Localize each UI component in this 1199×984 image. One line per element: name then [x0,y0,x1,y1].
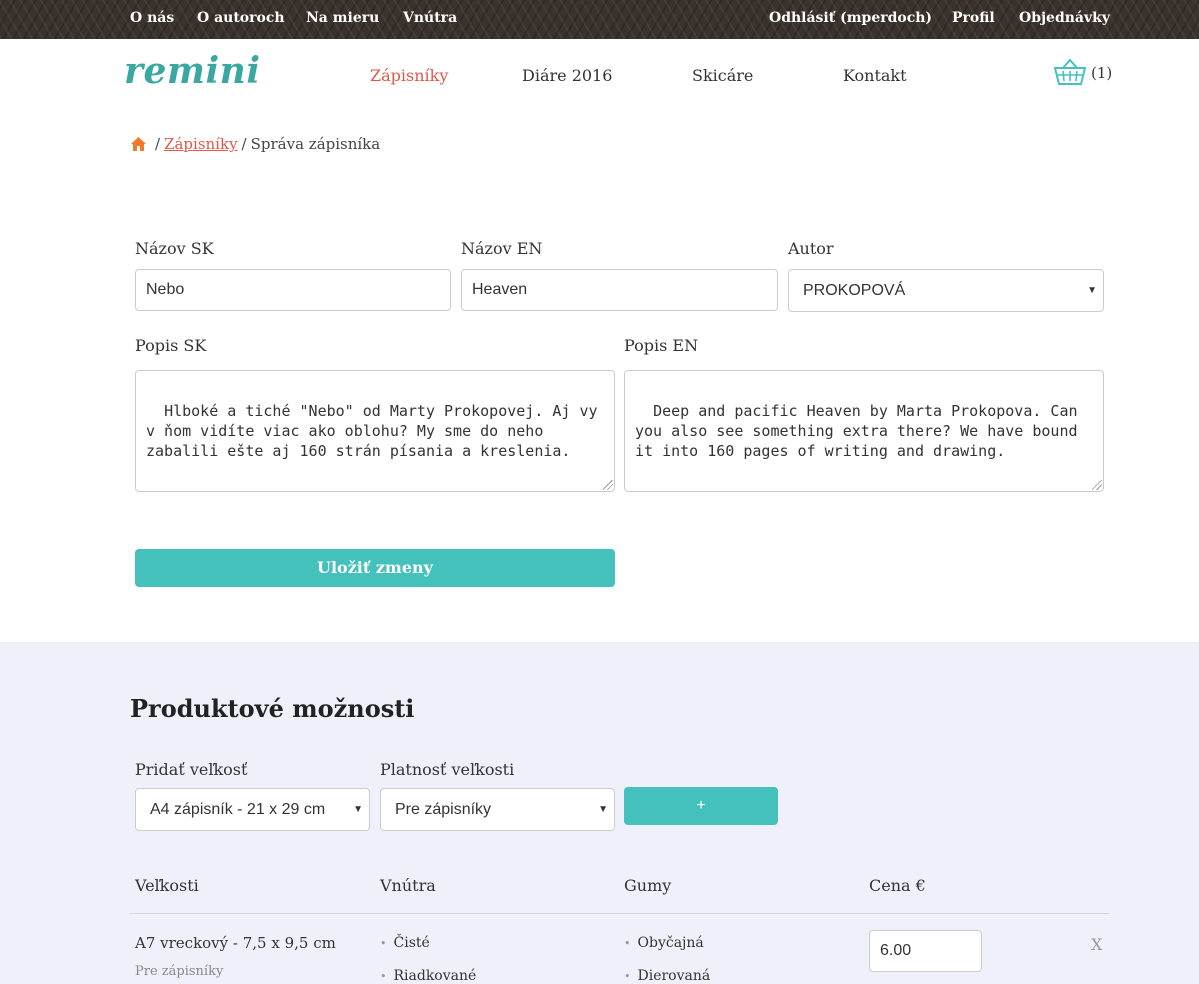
breadcrumb-link-notebooks[interactable]: Zápisníky [164,135,237,153]
nav-item-contact[interactable]: Kontakt [843,66,907,85]
top-bar: O nás O autoroch Na mieru Vnútra Odhlási… [0,0,1199,39]
basket-icon [1054,58,1086,85]
band-item: Obyčajná [624,935,704,951]
name-sk-input[interactable]: Nebo [135,269,451,311]
topbar-link-profile[interactable]: Profil [952,10,995,26]
topbar-link-orders[interactable]: Objednávky [1019,10,1110,26]
name-en-input[interactable]: Heaven [461,269,778,311]
resize-handle-icon[interactable] [1092,480,1102,490]
chevron-down-icon: ▼ [1087,285,1097,296]
add-size-select-value: A4 zápisník - 21 x 29 cm [150,801,326,818]
breadcrumb-separator: / [155,135,161,153]
author-select-value: PROKOPOVÁ [803,282,906,299]
size-validity-select[interactable]: Pre zápisníky ▼ [380,788,615,831]
desc-sk-text: Hlboké a tiché "Nebo" od Marty Prokopove… [146,402,607,460]
column-header-price: Cena € [869,876,926,895]
topbar-link-insides[interactable]: Vnútra [403,10,457,26]
chevron-down-icon: ▼ [598,804,608,815]
resize-handle-icon[interactable] [603,480,613,490]
topbar-link-logout[interactable]: Odhlásiť (mperdoch) [769,10,932,26]
size-validity: Pre zápisníky [135,964,224,979]
add-size-button[interactable]: + [624,787,778,825]
nav-item-notebooks[interactable]: Zápisníky [370,66,448,85]
column-header-bands: Gumy [624,876,672,895]
size-name: A7 vreckový - 7,5 x 9,5 cm [135,934,336,952]
breadcrumb-current: Správa zápisníka [250,135,381,153]
desc-en-label: Popis EN [624,336,699,355]
delete-row-button[interactable]: X [1091,935,1102,954]
nav-item-sketchbooks[interactable]: Skicáre [692,66,753,85]
section-title: Produktové možnosti [130,694,415,723]
column-header-sizes: Veľkosti [135,876,199,895]
author-select[interactable]: PROKOPOVÁ ▼ [788,269,1104,312]
nav-item-diaries[interactable]: Diáre 2016 [522,66,612,85]
band-item: Dierovaná [624,968,711,984]
column-header-insides: Vnútra [380,876,436,895]
cart-button[interactable]: (1) [1054,58,1114,88]
name-sk-label: Názov SK [135,239,214,258]
size-validity-label: Platnosť veľkosti [380,760,515,779]
chevron-down-icon: ▼ [353,804,363,815]
author-label: Autor [788,239,834,258]
table-divider [130,913,1109,914]
desc-sk-label: Popis SK [135,336,207,355]
breadcrumb: / Zápisníky / Správa zápisníka [130,135,380,153]
logo[interactable]: remini [124,50,261,92]
size-validity-select-value: Pre zápisníky [395,801,492,818]
cart-count: (1) [1091,64,1113,82]
topbar-link-about[interactable]: O nás [130,10,174,26]
inside-item: Riadkované [380,968,477,984]
topbar-link-custom[interactable]: Na mieru [306,10,379,26]
price-input[interactable]: 6.00 [869,930,982,972]
add-size-label: Pridať veľkosť [135,760,248,779]
name-en-label: Názov EN [461,239,543,258]
topbar-link-authors[interactable]: O autoroch [197,10,285,26]
product-options-section: Produktové možnosti Pridať veľkosť A4 zá… [0,642,1199,984]
desc-en-text: Deep and pacific Heaven by Marta Prokopo… [635,402,1087,460]
desc-sk-textarea[interactable]: Hlboké a tiché "Nebo" od Marty Prokopove… [135,370,615,492]
breadcrumb-separator: / [241,135,247,153]
save-button[interactable]: Uložiť zmeny [135,549,615,587]
desc-en-textarea[interactable]: Deep and pacific Heaven by Marta Prokopo… [624,370,1104,492]
add-size-select[interactable]: A4 zápisník - 21 x 29 cm ▼ [135,788,370,831]
home-icon[interactable] [130,136,147,152]
inside-item: Čisté [380,935,430,951]
